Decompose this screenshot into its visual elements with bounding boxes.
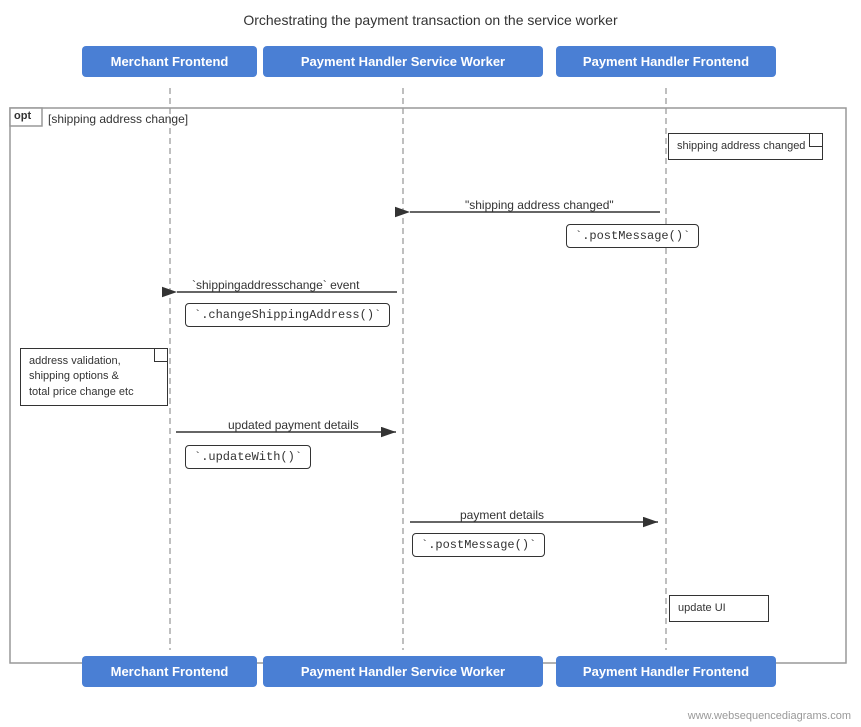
arrow-label-1: "shipping address changed" <box>465 198 614 212</box>
method-post-message-1: `.postMessage()` <box>566 224 699 248</box>
method-change-shipping: `.changeShippingAddress()` <box>185 303 390 327</box>
lifeline-sw-bottom: Payment Handler Service Worker <box>263 656 543 687</box>
watermark: www.websequencediagrams.com <box>688 710 851 722</box>
opt-label: opt <box>14 110 31 122</box>
arrow-label-3: updated payment details <box>228 418 359 432</box>
opt-condition: [shipping address change] <box>48 112 188 126</box>
lifeline-merchant-bottom: Merchant Frontend <box>82 656 257 687</box>
arrow-label-4: payment details <box>460 508 544 522</box>
diagram-container: Orchestrating the payment transaction on… <box>0 0 861 727</box>
method-post-message-2: `.postMessage()` <box>412 533 545 557</box>
method-update-with: `.updateWith()` <box>185 445 311 469</box>
arrow-label-2: `shippingaddresschange` event <box>192 278 359 292</box>
lifeline-frontend-bottom: Payment Handler Frontend <box>556 656 776 687</box>
note-address-validation: address validation,shipping options &tot… <box>20 348 168 406</box>
note-update-ui: update UI <box>669 595 769 622</box>
note-shipping-address-changed: shipping address changed <box>668 133 823 160</box>
